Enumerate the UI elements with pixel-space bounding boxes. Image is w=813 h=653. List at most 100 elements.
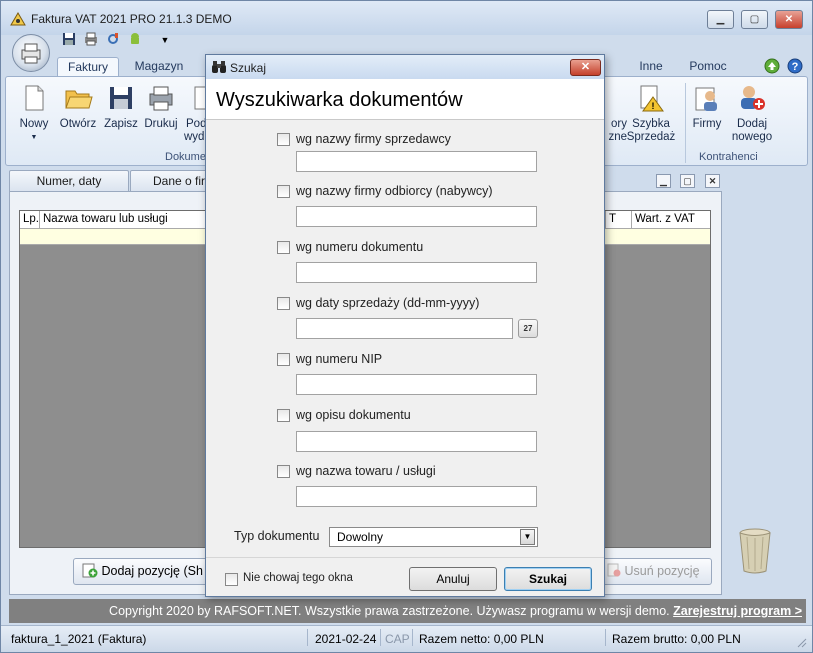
minimize-button[interactable]: ▁ (707, 10, 734, 29)
open-button-label: Otwórz (59, 118, 97, 130)
dialog-header: Wyszukiwarka dokumentów (206, 79, 604, 120)
status-gross-total: Razem brutto: 0,00 PLN (612, 632, 741, 646)
update-icon[interactable] (764, 58, 780, 74)
add-item-icon (82, 563, 98, 578)
print-icon[interactable] (83, 32, 99, 48)
new-button-label: Nowy (19, 118, 49, 130)
reports-button-label-bottom: zne (608, 131, 627, 143)
close-button[interactable]: ✕ (775, 10, 803, 29)
tab-pomoc[interactable]: Pomoc (683, 57, 733, 77)
app-title: Faktura VAT 2021 PRO 21.1.3 DEMO (31, 12, 232, 26)
column-header-gross[interactable]: Wart. z VAT (632, 211, 710, 229)
add-contractor-button[interactable]: Dodaj nowego (729, 83, 775, 144)
seller-name-label: wg nazwy firmy sprzedawcy (296, 132, 451, 146)
document-type-select[interactable]: Dowolny ▼ (329, 527, 538, 547)
tab-faktury[interactable]: Faktury (57, 57, 119, 77)
remove-item-button[interactable]: Usuń pozycję (598, 558, 712, 585)
nip-number-input[interactable] (296, 374, 537, 395)
status-caps-lock: CAP (385, 632, 410, 646)
tab-magazyn[interactable]: Magazyn (125, 57, 193, 77)
save-button-label: Zapisz (104, 118, 138, 130)
group-label-contractors: Kontrahenci (699, 151, 758, 163)
open-button[interactable]: Otwórz (56, 83, 100, 131)
dialog-title: Szukaj (230, 61, 267, 75)
status-bar: faktura_1_2021 (Faktura) 2021-02-24 CAP … (1, 625, 812, 652)
companies-button[interactable]: Firmy (689, 83, 725, 131)
chevron-down-icon[interactable]: ▼ (520, 529, 535, 545)
product-name-label: wg nazwa towaru / usługi (296, 464, 436, 478)
status-net-total: Razem netto: 0,00 PLN (419, 632, 544, 646)
keep-open-label: Nie chowaj tego okna (243, 572, 353, 584)
new-button[interactable]: Nowy ▼ (16, 83, 52, 144)
panel-restore-button[interactable]: ▢ (680, 174, 695, 188)
sale-date-checkbox[interactable] (277, 297, 290, 310)
calendar-button[interactable]: 27 (518, 319, 538, 338)
svg-text:?: ? (792, 61, 799, 73)
dialog-footer-divider (206, 557, 604, 558)
binoculars-icon (212, 61, 226, 73)
column-header-vat[interactable]: T (605, 211, 632, 229)
quick-sale-button[interactable]: ! Szybka Sprzedaż (626, 83, 676, 144)
search-button[interactable]: Szukaj (504, 567, 592, 591)
copyright-bar: Copyright 2020 by RAFSOFT.NET. Wszystkie… (9, 599, 806, 623)
column-header-name[interactable]: Nazwa towaru lub usługi (40, 211, 210, 229)
product-name-checkbox[interactable] (277, 465, 290, 478)
register-link[interactable]: Zarejestruj program > (673, 604, 802, 618)
nip-number-label: wg numeru NIP (296, 352, 383, 366)
app-logo-icon (10, 12, 26, 26)
svg-text:!: ! (652, 101, 655, 111)
companies-button-label: Firmy (692, 118, 722, 130)
product-name-input[interactable] (296, 486, 537, 507)
remove-item-label: Usuń pozycję (624, 564, 700, 578)
group-label-documents: Dokume (165, 151, 206, 163)
quick-sale-label-top: Szybka (632, 118, 670, 130)
search-button-label: Szukaj (528, 572, 567, 586)
calendar-icon: 27 (523, 324, 533, 333)
seller-name-checkbox[interactable] (277, 133, 290, 146)
dialog-heading: Wyszukiwarka dokumentów (216, 89, 463, 111)
document-number-input[interactable] (296, 262, 537, 283)
nip-number-checkbox[interactable] (277, 353, 290, 366)
add-contractor-label-bottom: nowego (731, 131, 773, 143)
contacts-icon (695, 87, 717, 111)
tab-number-dates[interactable]: Numer, daty (9, 170, 129, 192)
search-dialog: Szukaj ✕ Wyszukiwarka dokumentów wg nazw… (205, 54, 605, 597)
dialog-title-bar: Szukaj ✕ (206, 55, 604, 79)
document-description-checkbox[interactable] (277, 409, 290, 422)
column-header-lp[interactable]: Lp. (20, 211, 40, 229)
buyer-name-input[interactable] (296, 206, 537, 227)
android-icon[interactable] (127, 32, 143, 48)
help-icon[interactable]: ? (787, 58, 803, 74)
tools-icon[interactable] (105, 32, 121, 48)
sale-date-input[interactable] (296, 318, 513, 339)
folder-icon (65, 90, 93, 109)
status-separator (605, 629, 606, 646)
floppy-icon (110, 87, 132, 109)
dropdown-arrow-icon[interactable]: ▼ (157, 32, 173, 48)
print-button[interactable]: Drukuj (141, 83, 181, 131)
reports-button-label-top: ory (611, 118, 627, 130)
save-icon[interactable] (61, 32, 77, 48)
resize-grip-icon[interactable] (795, 636, 807, 648)
reports-button[interactable]: ory zne (603, 83, 627, 144)
cancel-button[interactable]: Anuluj (409, 567, 497, 591)
seller-name-input[interactable] (296, 151, 537, 172)
save-button[interactable]: Zapisz (102, 83, 140, 131)
buyer-name-checkbox[interactable] (277, 185, 290, 198)
document-description-label: wg opisu dokumentu (296, 408, 411, 422)
document-number-checkbox[interactable] (277, 241, 290, 254)
panel-close-button[interactable]: ✕ (705, 174, 720, 188)
buyer-name-label: wg nazwy firmy odbiorcy (nabywcy) (296, 184, 493, 198)
status-separator (307, 629, 308, 646)
maximize-button[interactable]: ▢ (741, 10, 768, 29)
document-description-input[interactable] (296, 431, 537, 452)
dialog-close-button[interactable]: ✕ (570, 59, 601, 76)
add-item-button[interactable]: Dodaj pozycję (Sh (73, 558, 213, 585)
panel-minimize-button[interactable]: ▁ (656, 174, 671, 188)
trash-bin-icon[interactable] (737, 527, 773, 575)
tab-inne[interactable]: Inne (629, 57, 673, 77)
keep-open-checkbox[interactable] (225, 573, 238, 586)
printer-icon (149, 86, 173, 111)
add-user-icon (741, 86, 765, 110)
status-file: faktura_1_2021 (Faktura) (11, 632, 147, 646)
